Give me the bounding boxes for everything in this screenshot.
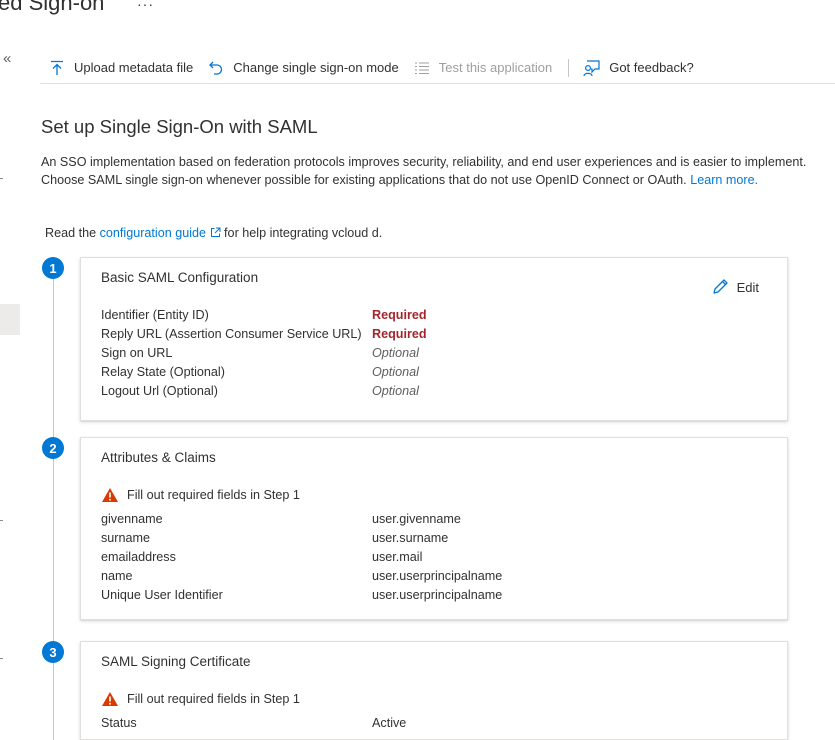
- warning-text: Fill out required fields in Step 1: [127, 692, 300, 706]
- config-key: Reply URL (Assertion Consumer Service UR…: [101, 327, 362, 341]
- claim-value: user.userprincipalname: [372, 588, 503, 602]
- claim-key: emailaddress: [101, 550, 176, 564]
- step-number-2: 2: [42, 437, 64, 459]
- page-title: ed Sign-on: [0, 0, 105, 15]
- card-title: Basic SAML Configuration: [101, 270, 259, 285]
- step-number-1: 1: [42, 257, 64, 279]
- collapse-nav-button[interactable]: «: [3, 50, 11, 67]
- warning-icon: [102, 692, 118, 706]
- claim-row: emailaddress user.mail: [101, 548, 761, 567]
- sidebar-tick: [0, 520, 3, 521]
- upload-metadata-button[interactable]: Upload metadata file: [48, 54, 193, 82]
- step-number-3: 3: [42, 641, 64, 663]
- edit-label: Edit: [736, 279, 759, 295]
- claim-row: surname user.surname: [101, 529, 761, 548]
- certificate-key: Status: [101, 716, 137, 730]
- config-row: Sign on URL Optional: [101, 344, 761, 363]
- configuration-guide-link[interactable]: configuration guide: [100, 226, 221, 240]
- learn-more-link[interactable]: Learn more.: [690, 173, 758, 187]
- change-sso-mode-button[interactable]: Change single sign-on mode: [207, 54, 399, 82]
- config-key: Logout Url (Optional): [101, 384, 218, 398]
- certificate-row: Status Active: [101, 714, 761, 733]
- config-row: Logout Url (Optional) Optional: [101, 382, 761, 401]
- config-key: Relay State (Optional): [101, 365, 225, 379]
- edit-button[interactable]: Edit: [711, 278, 759, 296]
- external-link-icon: [210, 227, 221, 237]
- sidebar-tick: [0, 658, 3, 659]
- configuration-guide-label: configuration guide: [99, 226, 207, 240]
- read-suffix: for help integrating vcloud d.: [220, 226, 383, 240]
- config-row: Reply URL (Assertion Consumer Service UR…: [101, 325, 761, 344]
- command-toolbar: Upload metadata file Change single sign-…: [40, 52, 835, 84]
- config-value: Optional: [372, 346, 419, 360]
- test-application-button[interactable]: Test this application: [413, 54, 552, 82]
- list-icon: [413, 59, 431, 77]
- more-options-button[interactable]: ···: [137, 0, 154, 12]
- warning-text: Fill out required fields in Step 1: [127, 488, 300, 502]
- warning-message: Fill out required fields in Step 1: [101, 691, 300, 707]
- config-key: Identifier (Entity ID): [101, 308, 209, 322]
- config-value: Optional: [372, 384, 419, 398]
- claim-key: Unique User Identifier: [101, 588, 223, 602]
- read-prefix: Read the: [45, 226, 100, 240]
- saml-signing-certificate-card: SAML Signing Certificate Fill out requir…: [80, 641, 788, 740]
- config-row: Relay State (Optional) Optional: [101, 363, 761, 382]
- claim-key: givenname: [101, 512, 163, 526]
- certificate-value: Active: [372, 716, 407, 730]
- claim-key: name: [101, 569, 133, 583]
- upload-icon: [48, 59, 66, 77]
- claim-row: Unique User Identifier user.userprincipal…: [101, 586, 761, 605]
- feedback-button[interactable]: Got feedback?: [583, 54, 694, 82]
- config-value: Required: [372, 308, 427, 322]
- steps-timeline: [53, 278, 54, 740]
- change-sso-mode-label: Change single sign-on mode: [233, 60, 399, 75]
- card-title: SAML Signing Certificate: [101, 654, 251, 669]
- claim-key: surname: [101, 531, 150, 545]
- configuration-guide-line: Read the configuration guide for help in…: [45, 226, 382, 240]
- sso-description: An SSO implementation based on federatio…: [41, 154, 821, 189]
- warning-icon: [102, 488, 118, 502]
- pencil-icon: [712, 279, 728, 294]
- feedback-person-icon: [583, 59, 601, 77]
- sidebar-selected-item[interactable]: [0, 304, 20, 335]
- claim-value: user.givenname: [372, 512, 461, 526]
- test-application-label: Test this application: [438, 60, 553, 75]
- config-row: Identifier (Entity ID) Required: [101, 306, 761, 325]
- config-value: Optional: [372, 365, 419, 379]
- undo-icon: [207, 59, 225, 77]
- section-title: Set up Single Sign-On with SAML: [41, 116, 318, 137]
- claim-value: user.mail: [372, 550, 423, 564]
- feedback-label: Got feedback?: [609, 60, 694, 75]
- config-value: Required: [372, 327, 427, 341]
- sidebar-tick: [0, 178, 3, 179]
- claim-value: user.userprincipalname: [372, 569, 503, 583]
- basic-saml-configuration-card: Basic SAML Configuration Edit Identifier…: [80, 257, 788, 421]
- config-key: Sign on URL: [101, 346, 173, 360]
- claim-row: givenname user.givenname: [101, 510, 761, 529]
- claim-row: name user.userprincipalname: [101, 567, 761, 586]
- upload-metadata-label: Upload metadata file: [74, 60, 194, 75]
- claim-value: user.surname: [372, 531, 449, 545]
- card-title: Attributes & Claims: [101, 450, 216, 465]
- warning-message: Fill out required fields in Step 1: [101, 487, 300, 503]
- attributes-claims-card: Attributes & Claims Fill out required fi…: [80, 437, 788, 620]
- toolbar-divider: [568, 58, 570, 77]
